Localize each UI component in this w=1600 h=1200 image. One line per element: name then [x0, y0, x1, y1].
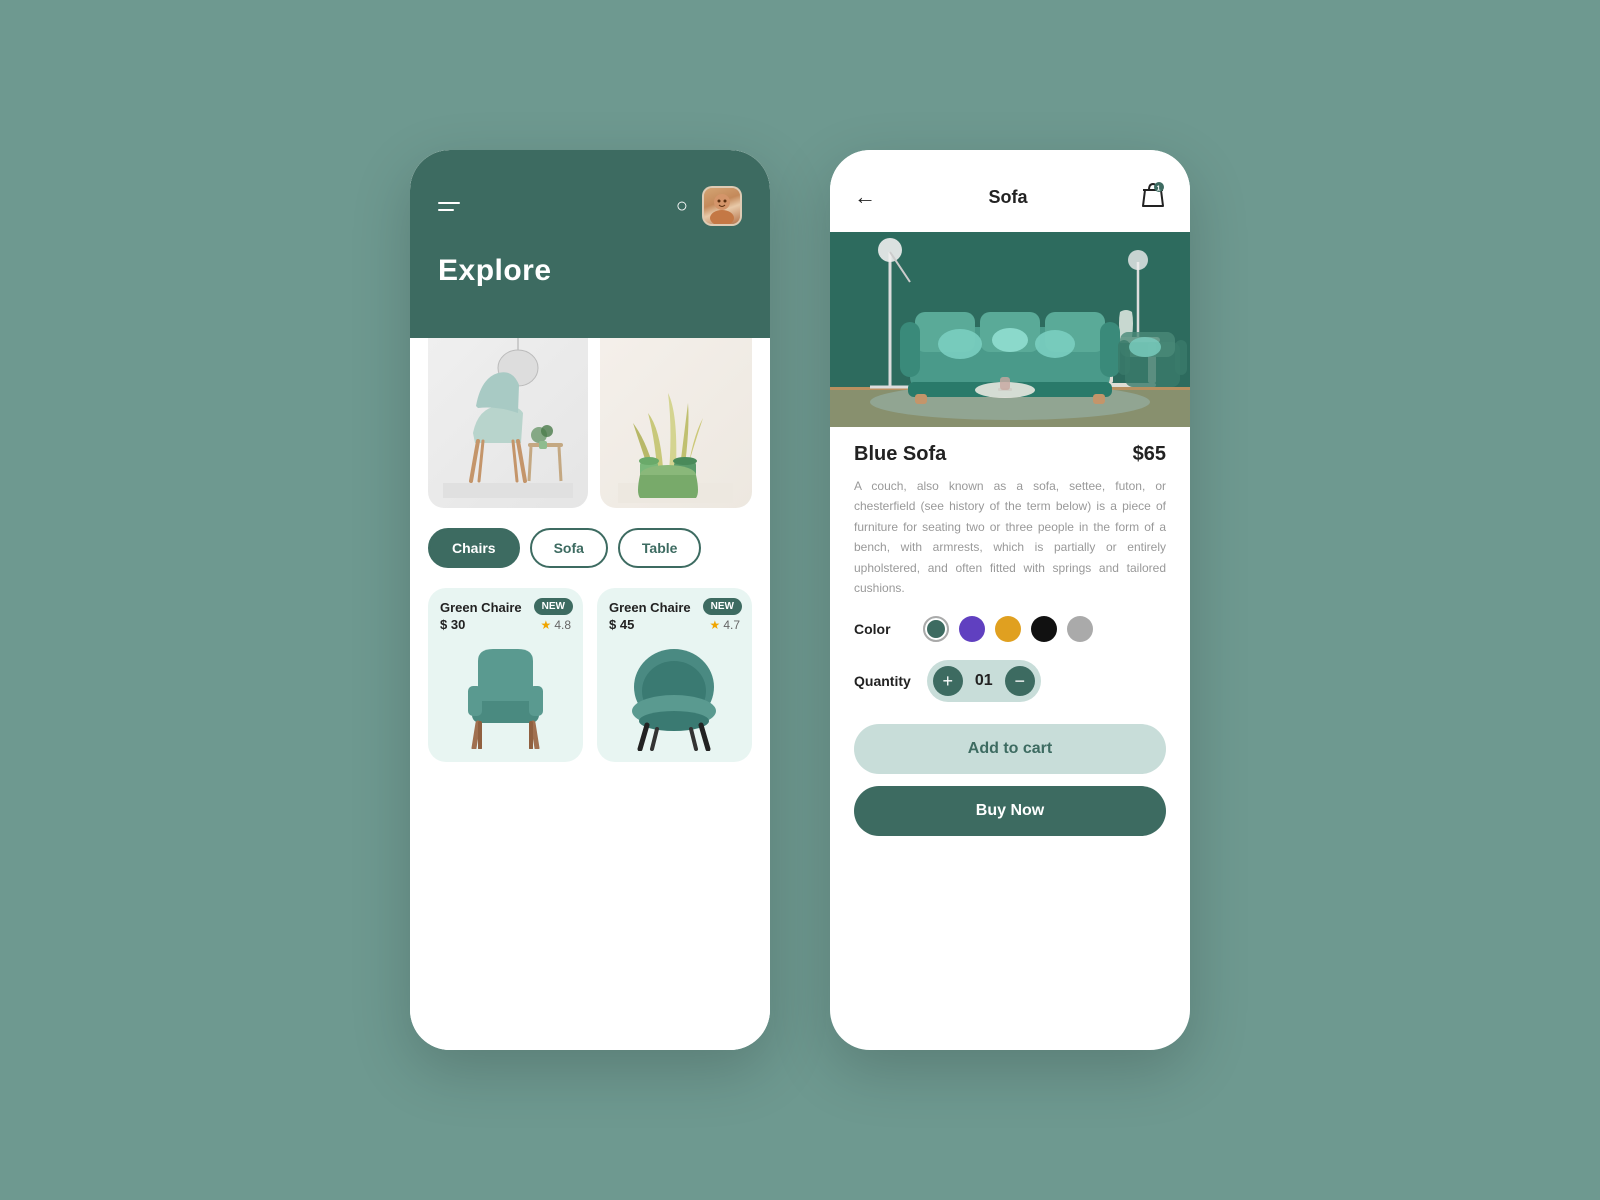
star-icon-1: ★ [541, 618, 552, 632]
tab-table[interactable]: Table [618, 528, 702, 568]
product-description: A couch, also known as a sofa, settee, f… [854, 476, 1166, 598]
new-badge-2: NEW [703, 598, 742, 615]
color-swatch-gold[interactable] [995, 616, 1021, 642]
color-swatch-gray[interactable] [1067, 616, 1093, 642]
product-price-1: $ 30 [440, 617, 465, 632]
color-swatch-teal[interactable] [923, 616, 949, 642]
product-grid: NEW Green Chaire $ 30 ★ 4.8 [428, 588, 752, 762]
explore-header: ○ Explore [410, 150, 770, 338]
avatar-image [704, 188, 740, 224]
banner-section [428, 338, 752, 508]
product-detail-name: Blue Sofa [854, 443, 946, 466]
phone-body: Chairs Sofa Table NEW Green Chaire $ 30 … [410, 338, 770, 1050]
color-swatch-black[interactable] [1031, 616, 1057, 642]
tab-sofa[interactable]: Sofa [530, 528, 608, 568]
quantity-label: Quantity [854, 673, 911, 689]
product-detail-price: $65 [1133, 443, 1166, 466]
avatar[interactable] [702, 186, 742, 226]
product-image-1 [440, 640, 571, 750]
quantity-value: 01 [973, 672, 995, 690]
product-rating-2: ★ 4.7 [710, 618, 740, 632]
quantity-row: Quantity + 01 − [854, 660, 1166, 702]
add-to-cart-button[interactable]: Add to cart [854, 724, 1166, 774]
product-title-row: Blue Sofa $65 [854, 443, 1166, 466]
product-rating-1: ★ 4.8 [541, 618, 571, 632]
detail-header: ← Sofa 1 [830, 150, 1190, 232]
quantity-increase-button[interactable]: + [933, 666, 963, 696]
svg-text:1: 1 [1156, 186, 1160, 193]
banner-plant[interactable] [600, 338, 752, 508]
search-button[interactable]: ○ [676, 195, 688, 218]
left-phone: ○ Explore [410, 150, 770, 1050]
right-phone: ← Sofa 1 [830, 150, 1190, 1050]
star-icon-2: ★ [710, 618, 721, 632]
product-price-2: $ 45 [609, 617, 634, 632]
sofa-image [830, 232, 1190, 427]
category-tabs: Chairs Sofa Table [428, 528, 752, 568]
banner-chair[interactable] [428, 338, 588, 508]
back-button[interactable]: ← [854, 184, 876, 210]
cart-button[interactable]: 1 [1140, 180, 1166, 214]
detail-title: Sofa [988, 187, 1027, 208]
product-image-2 [609, 640, 740, 750]
product-card-2[interactable]: NEW Green Chaire $ 45 ★ 4.7 [597, 588, 752, 762]
product-card-1[interactable]: NEW Green Chaire $ 30 ★ 4.8 [428, 588, 583, 762]
tab-chairs[interactable]: Chairs [428, 528, 520, 568]
color-row: Color [854, 616, 1166, 642]
color-options [923, 616, 1093, 642]
detail-body: Blue Sofa $65 A couch, also known as a s… [830, 427, 1190, 1050]
new-badge-1: NEW [534, 598, 573, 615]
buy-now-button[interactable]: Buy Now [854, 786, 1166, 836]
quantity-decrease-button[interactable]: − [1005, 666, 1035, 696]
page-title: Explore [438, 254, 742, 288]
color-swatch-purple[interactable] [959, 616, 985, 642]
menu-button[interactable] [438, 202, 460, 211]
quantity-control: + 01 − [927, 660, 1041, 702]
color-label: Color [854, 621, 909, 637]
